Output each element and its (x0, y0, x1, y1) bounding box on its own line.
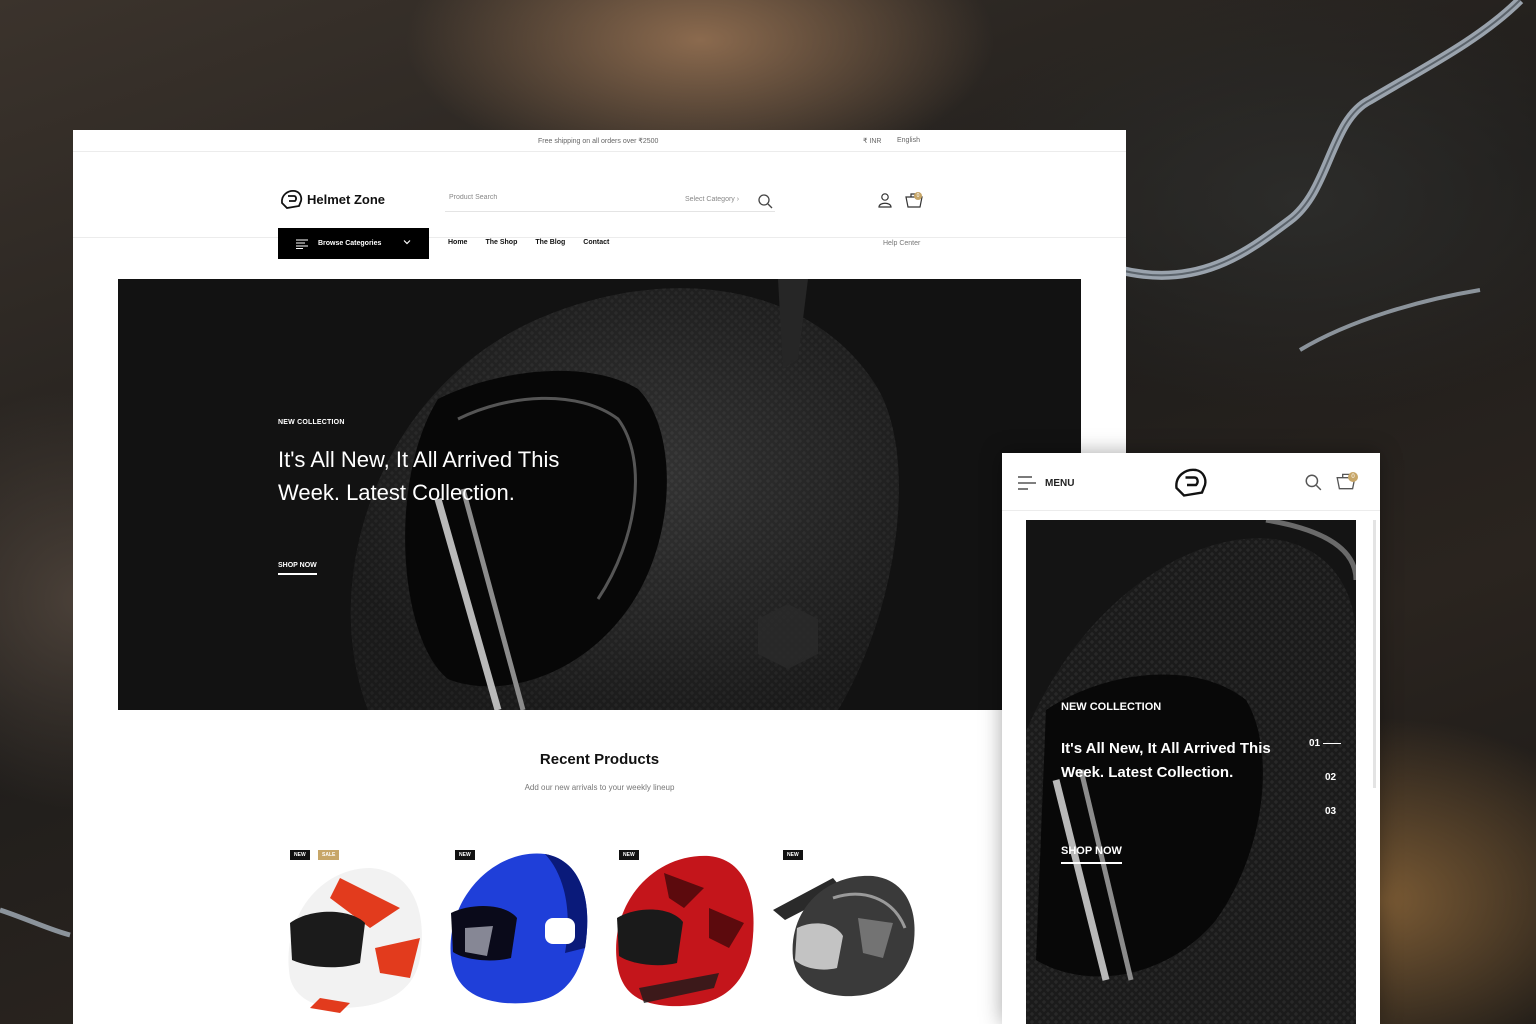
new-badge: NEW (455, 850, 475, 860)
sale-badge: SALE (318, 850, 340, 860)
logo-text: Helmet Zone (307, 191, 386, 207)
slide-03[interactable]: 03 (1325, 806, 1336, 817)
site-logo[interactable]: Helmet Zone (279, 188, 385, 210)
product-helmet-image (450, 853, 588, 1004)
search-input[interactable] (449, 194, 669, 201)
hamburger-menu-icon[interactable] (1018, 475, 1036, 491)
chevron-down-icon (403, 240, 411, 245)
helmet-logo-icon[interactable] (1172, 465, 1208, 499)
shop-now-button[interactable]: SHOP NOW (278, 562, 317, 575)
hero-tag: NEW COLLECTION (278, 419, 345, 426)
browse-categories-button[interactable]: Browse Categories (278, 228, 429, 259)
product-search: Select Category › (445, 190, 775, 212)
nav-the-shop[interactable]: The Shop (485, 239, 517, 246)
main-nav: Home The Shop The Blog Contact (448, 239, 609, 246)
hero-helmet-image (118, 279, 1081, 710)
slide-01-label: 01 (1309, 738, 1321, 749)
desktop-site-preview: Free shipping on all orders over ₹2500 ₹… (73, 130, 1126, 1024)
nav-contact[interactable]: Contact (583, 239, 609, 246)
recent-products-subtitle: Add our new arrivals to your weekly line… (524, 783, 675, 792)
hero-banner: NEW COLLECTION It's All New, It All Arri… (118, 279, 1081, 710)
mobile-scrollbar[interactable] (1373, 520, 1376, 788)
mobile-hero-banner: NEW COLLECTION It's All New, It All Arri… (1026, 520, 1356, 1024)
mobile-header: MENU 0 (1002, 453, 1380, 511)
product-card[interactable]: NEW (609, 848, 759, 1024)
category-select-label: Select Category (685, 196, 735, 203)
nav-the-blog[interactable]: The Blog (535, 239, 565, 246)
product-card[interactable]: NEW (445, 848, 595, 1024)
top-bar: Free shipping on all orders over ₹2500 ₹… (73, 130, 1126, 152)
nav-home[interactable]: Home (448, 239, 467, 246)
product-card[interactable]: NEW SALE (280, 848, 430, 1024)
language-selector[interactable]: English (897, 137, 920, 144)
mobile-hero-headline: It's All New, It All Arrived This Week. … (1061, 740, 1271, 781)
search-icon[interactable] (757, 193, 773, 209)
product-helmet-image (288, 868, 422, 1013)
mobile-menu-label[interactable]: MENU (1045, 478, 1074, 489)
user-account-icon[interactable] (877, 192, 893, 208)
browse-categories-label: Browse Categories (318, 240, 382, 247)
help-center-link[interactable]: Help Center (883, 240, 920, 247)
mobile-site-preview: MENU 0 NEW COLLECTION It's All New, It A… (1002, 453, 1380, 1024)
slide-01[interactable]: 01 (1309, 738, 1341, 749)
product-helmet-image (773, 875, 915, 997)
menu-lines-icon (296, 239, 308, 249)
category-select[interactable]: Select Category › (685, 196, 739, 203)
cart-count-badge: 0 (914, 192, 922, 200)
new-badge: NEW (619, 850, 639, 860)
currency-selector[interactable]: ₹ INR (863, 137, 881, 145)
recent-products-title: Recent Products (539, 751, 660, 768)
site-header: Helmet Zone Select Category › 0 Browse C… (73, 152, 1126, 259)
product-helmet-image (616, 855, 754, 1007)
mobile-shop-now-button[interactable]: SHOP NOW (1061, 845, 1122, 864)
new-badge: NEW (783, 850, 803, 860)
hero-headline: It's All New, It All Arrived This Week. … (278, 447, 560, 505)
helmet-logo-icon (281, 190, 303, 209)
cart-count-badge: 0 (1348, 472, 1358, 482)
slide-02[interactable]: 02 (1325, 772, 1336, 783)
shipping-notice: Free shipping on all orders over ₹2500 (538, 138, 659, 145)
product-card[interactable]: NEW (773, 848, 923, 1024)
new-badge: NEW (290, 850, 310, 860)
mobile-hero-tag: NEW COLLECTION (1061, 701, 1162, 713)
search-icon[interactable] (1304, 473, 1322, 491)
